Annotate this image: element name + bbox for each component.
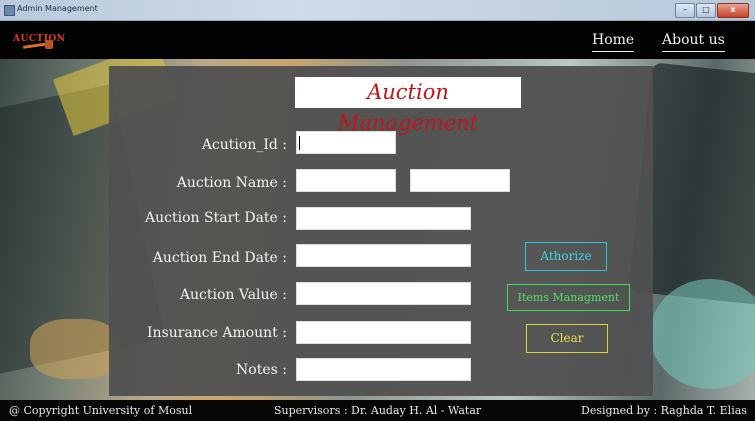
top-navbar: AUCTION Home About us [0, 21, 755, 59]
gavel-icon [22, 40, 53, 49]
auction-name-second-input[interactable] [410, 169, 510, 192]
insurance-amount-label: Insurance Amount : [146, 325, 287, 341]
notes-label: Notes : [236, 362, 287, 378]
nav-about-link[interactable]: About us [662, 32, 725, 52]
auction-end-date-input[interactable] [296, 244, 471, 267]
auction-logo: AUCTION [13, 26, 65, 52]
items-management-button[interactable]: Items Managment [507, 284, 630, 311]
window-app-icon [4, 5, 15, 16]
text-cursor [299, 136, 300, 150]
clear-button[interactable]: Clear [526, 324, 608, 353]
footer-designer: Designed by : Raghda T. Elias [581, 404, 747, 417]
close-button[interactable] [717, 3, 749, 18]
auction-start-date-label: Auction Start Date : [145, 210, 287, 226]
authorize-button[interactable]: Athorize [525, 242, 607, 271]
nav-home-link[interactable]: Home [592, 32, 635, 52]
auction-id-input[interactable] [296, 131, 396, 154]
auction-form-panel: Auction Management Acution_Id : Auction … [109, 66, 653, 396]
notes-input[interactable] [296, 358, 471, 381]
auction-start-date-input[interactable] [296, 207, 471, 230]
window-titlebar: Admin Management [0, 0, 755, 21]
footer-bar: @ Copyright University of Mosul Supervis… [0, 400, 755, 421]
auction-id-label: Acution_Id : [201, 137, 287, 153]
window-controls [675, 3, 749, 18]
auction-name-label: Auction Name : [176, 175, 287, 191]
minimize-button[interactable] [675, 3, 695, 18]
maximize-button[interactable] [696, 3, 716, 18]
insurance-amount-input[interactable] [296, 321, 471, 344]
footer-copyright: @ Copyright University of Mosul [9, 404, 193, 417]
auction-value-label: Auction Value : [179, 287, 287, 303]
window-title: Admin Management [17, 4, 98, 13]
form-title: Auction Management [295, 77, 521, 135]
footer-supervisors: Supervisors : Dr. Auday H. Al - Watar [274, 404, 482, 417]
auction-value-input[interactable] [296, 282, 471, 305]
auction-name-input[interactable] [296, 169, 396, 192]
auction-end-date-label: Auction End Date : [152, 250, 287, 266]
background-shape [650, 279, 755, 389]
